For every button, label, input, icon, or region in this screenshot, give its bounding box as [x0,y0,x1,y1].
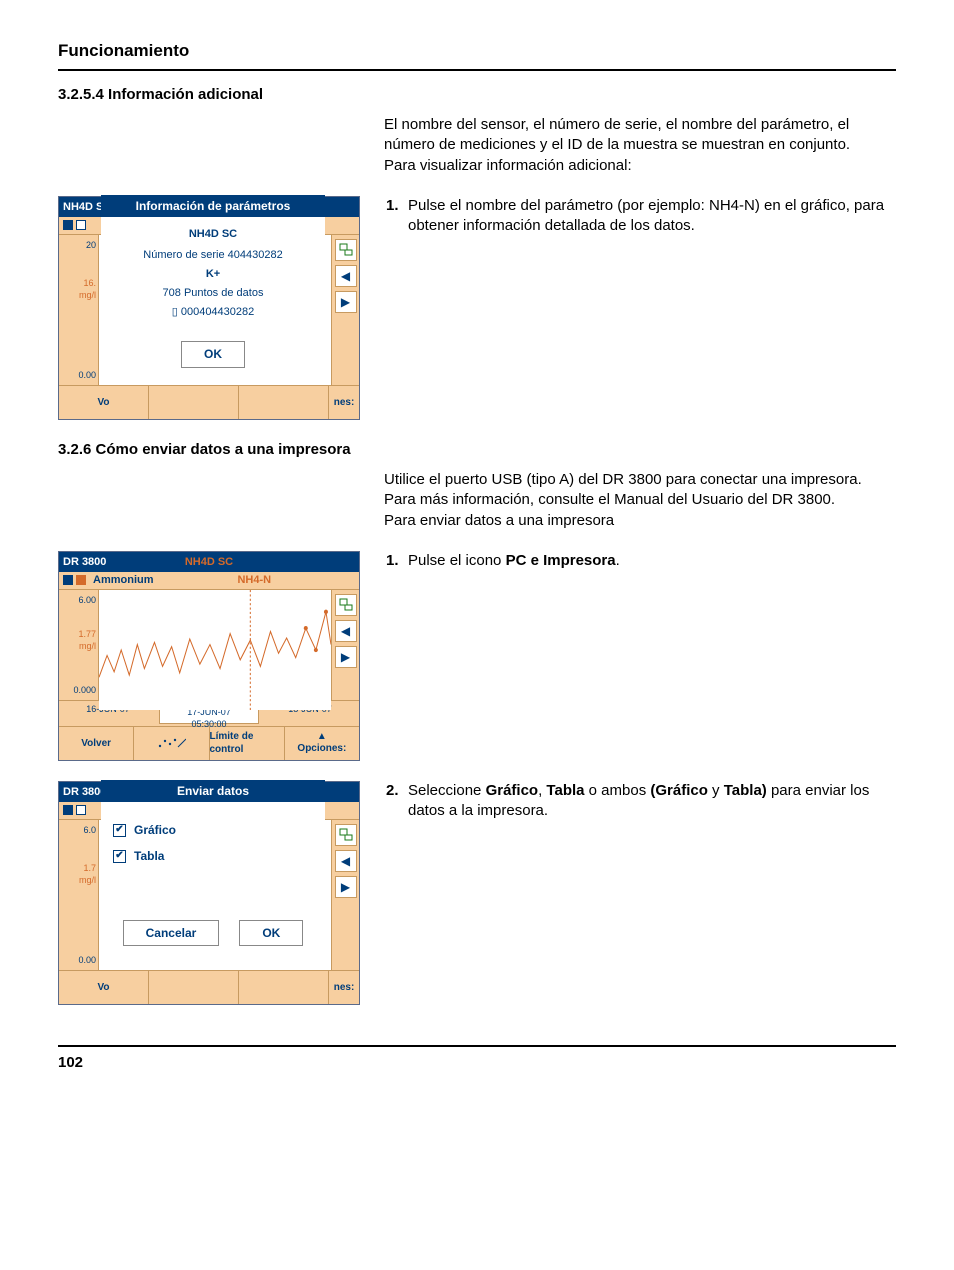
next-icon[interactable]: ▶ [335,646,357,668]
ok-button[interactable]: OK [181,341,245,367]
chart-area [99,590,331,710]
footer-opt-trunc[interactable]: nes: [329,971,359,1004]
dev3-top-left: DR 3800 [63,785,106,800]
checkbox-icon: ✔ [113,824,126,837]
y-mid: 1.7 [83,863,96,873]
dev2-top-center: NH4D SC [59,555,359,570]
color-swatch-blue [63,575,73,585]
back-button[interactable]: Volver [59,727,134,760]
footer-back-trunc[interactable]: Vo [59,386,149,419]
prev-icon[interactable]: ◀ [335,850,357,872]
color-swatch-blue [63,220,73,230]
checkbox-tabla[interactable]: ✔ Tabla [113,848,313,864]
step-number: 1. [386,196,408,237]
footer-blank1[interactable] [149,971,239,1004]
intro-1b: Para visualizar información adicional: [384,156,896,176]
pc-printer-icon[interactable] [335,239,357,261]
color-swatch-orange [76,575,86,585]
prev-icon[interactable]: ◀ [335,620,357,642]
footer-opt-trunc[interactable]: nes: [329,386,359,419]
y-bot: 0.00 [59,950,98,970]
y-top: 6.00 [59,590,98,610]
device-screenshot-2: DR 3800 NH4D SC Ammonium NH4-N 6.00 1.77… [58,551,360,761]
footer-blank2[interactable] [239,386,329,419]
options-button[interactable]: ▲ Opciones: [285,727,359,760]
device-screenshot-1: NH4D SC 20 16. mg/l 0.00 [58,196,360,420]
color-swatch-white [76,220,86,230]
y-mid: 1.77 [78,629,96,639]
y-unit: mg/l [79,641,96,651]
checkbox-label: Gráfico [134,822,176,838]
footer-blank1[interactable] [149,386,239,419]
intro-text-2: Utilice el puerto USB (tipo A) del DR 38… [384,470,896,531]
color-swatch-white [76,805,86,815]
y-unit: mg/l [79,290,96,300]
footer-blank2[interactable] [239,971,329,1004]
page-title: Funcionamiento [58,40,896,71]
step-number: 2. [386,781,408,822]
section-heading-326: 3.2.6 Cómo enviar datos a una impresora [58,440,896,460]
checkbox-grafico[interactable]: ✔ Gráfico [113,822,313,838]
footer-back-trunc[interactable]: Vo [59,971,149,1004]
device-screenshot-3: DR 3800 6.0 1.7 mg/l 0.00 [58,781,360,1005]
intro-2a: Utilice el puerto USB (tipo A) del DR 38… [384,470,896,511]
next-icon[interactable]: ▶ [335,291,357,313]
prev-icon[interactable]: ◀ [335,265,357,287]
intro-1a: El nombre del sensor, el número de serie… [384,115,896,156]
checkbox-icon: ✔ [113,850,126,863]
scatter-button[interactable] [134,727,209,760]
modal-points: 708 Puntos de datos [107,286,319,301]
modal-title: Información de parámetros [101,195,325,217]
step-number: 1. [386,551,408,571]
dev2-sub-center: NH4-N [154,573,356,588]
step-3-text: Seleccione Gráfico, Tabla o ambos (Gráfi… [408,781,896,822]
send-data-modal: Enviar datos ✔ Gráfico ✔ Tabla Cancelar … [101,780,325,954]
step-1-text: Pulse el nombre del parámetro (por ejemp… [408,196,896,237]
pc-printer-icon[interactable] [335,594,357,616]
modal-title: Enviar datos [101,780,325,802]
intro-2b: Para enviar datos a una impresora [384,511,896,531]
checkbox-label: Tabla [134,848,164,864]
intro-text-1: El nombre del sensor, el número de serie… [384,115,896,176]
modal-sensor-name: NH4D SC [107,227,319,242]
section-heading-3254: 3.2.5.4 Información adicional [58,85,896,105]
param-info-modal: Información de parámetros NH4D SC Número… [101,195,325,376]
next-icon[interactable]: ▶ [335,876,357,898]
modal-serial: Número de serie 404430282 [107,248,319,263]
y-top: 6.0 [59,820,98,840]
y-top: 20 [59,235,98,255]
limit-button[interactable]: Límite de control [210,727,285,760]
modal-id: ▯ 000404430282 [107,305,319,320]
barcode-icon: ▯ [172,306,178,318]
y-bot: 0.00 [59,365,98,385]
y-unit: mg/l [79,875,96,885]
ok-button[interactable]: OK [239,920,303,946]
dev2-sub-left: Ammonium [93,573,154,588]
page-number: 102 [58,1045,896,1073]
pc-printer-icon[interactable] [335,824,357,846]
cancel-button[interactable]: Cancelar [123,920,220,946]
step-2-text: Pulse el icono PC e Impresora. [408,551,896,571]
modal-k: K+ [107,267,319,282]
color-swatch-blue [63,805,73,815]
y-mid: 16. [83,278,96,288]
y-bot: 0.000 [59,680,98,700]
